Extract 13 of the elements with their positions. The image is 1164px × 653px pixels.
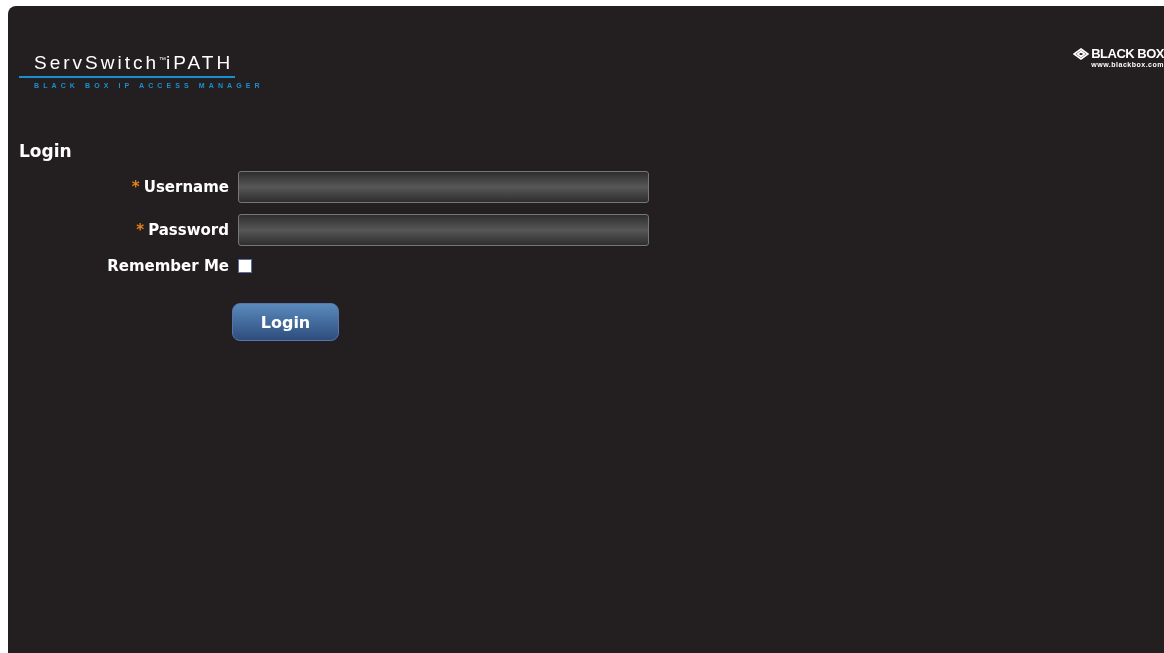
diamond-logo-icon (1073, 47, 1090, 60)
field-label: Password (148, 221, 229, 239)
product-logo: ServSwitch$^{™}$iPATH (19, 52, 236, 78)
remember-label: Remember Me (107, 257, 229, 275)
required-mark: * (136, 221, 145, 239)
login-heading: Login (19, 141, 73, 161)
field-label: Username (143, 178, 229, 196)
input-field[interactable] (238, 171, 649, 203)
login-button[interactable]: Login (232, 303, 339, 341)
brand-name: BLACK BOX (1091, 46, 1164, 61)
input-field[interactable] (238, 214, 649, 246)
required-mark: * (131, 178, 140, 196)
remember-checkbox[interactable] (238, 259, 252, 273)
